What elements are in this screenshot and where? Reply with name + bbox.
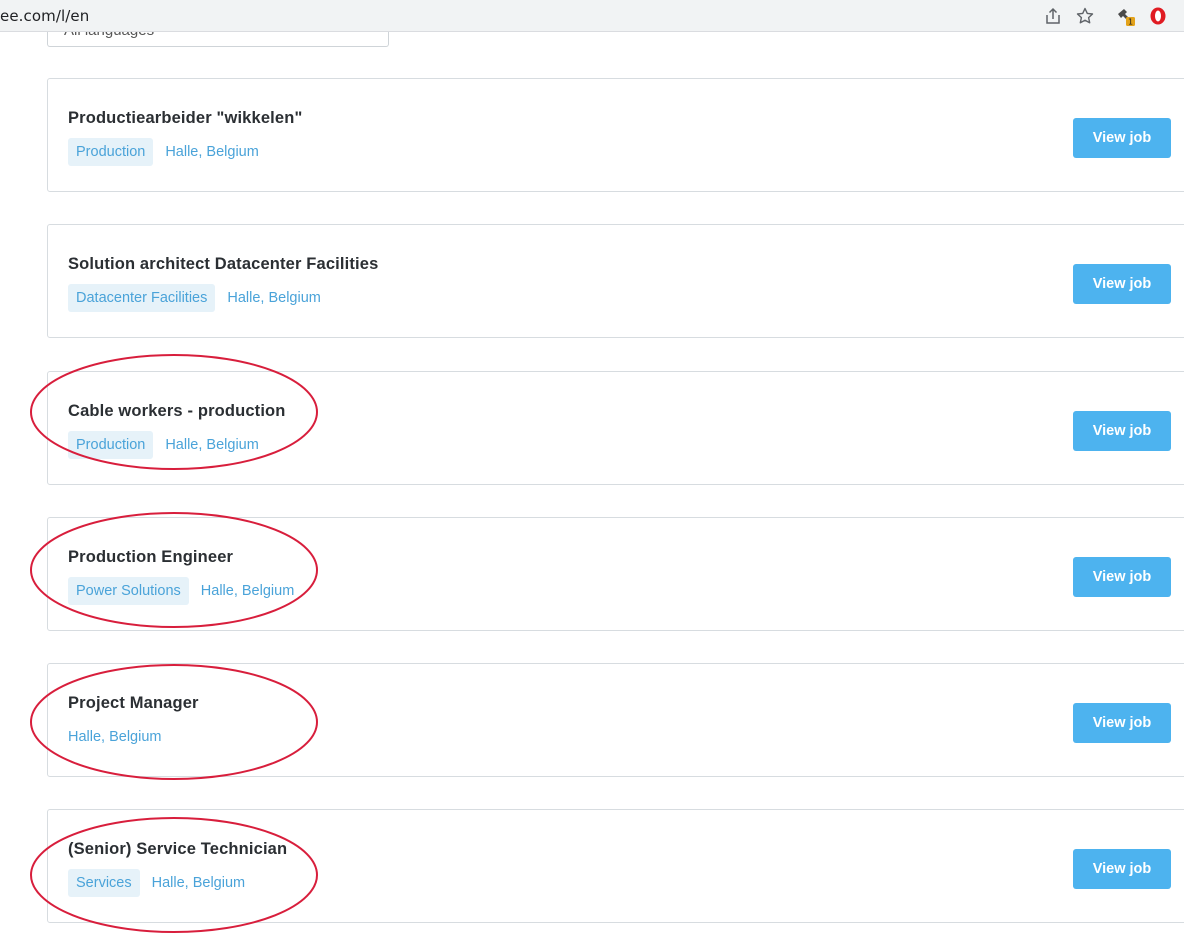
share-icon[interactable] <box>1043 6 1063 26</box>
address-bar[interactable]: ee.com/l/en <box>0 0 1100 31</box>
job-card: Solution architect Datacenter Facilities… <box>47 224 1184 338</box>
department-tag: Power Solutions <box>68 577 189 605</box>
address-url[interactable]: ee.com/l/en <box>0 7 89 25</box>
job-title[interactable]: Production Engineer <box>68 548 233 567</box>
job-meta: Datacenter Facilities Halle, Belgium <box>68 284 321 312</box>
job-meta: Production Halle, Belgium <box>68 431 259 459</box>
view-job-button[interactable]: View job <box>1073 849 1171 889</box>
job-card: Productiearbeider "wikkelen" Production … <box>47 78 1184 192</box>
job-title[interactable]: Cable workers - production <box>68 402 286 421</box>
view-job-button[interactable]: View job <box>1073 264 1171 304</box>
department-tag: Datacenter Facilities <box>68 284 216 312</box>
job-title[interactable]: Productiearbeider "wikkelen" <box>68 109 302 128</box>
job-title[interactable]: (Senior) Service Technician <box>68 840 287 859</box>
job-card: Production Engineer Power Solutions Hall… <box>47 517 1184 631</box>
bookmark-star-icon[interactable] <box>1075 6 1095 26</box>
job-location: Halle, Belgium <box>165 144 259 160</box>
job-title[interactable]: Solution architect Datacenter Facilities <box>68 255 378 274</box>
view-job-button[interactable]: View job <box>1073 118 1171 158</box>
job-meta: Production Halle, Belgium <box>68 138 259 166</box>
job-location: Halle, Belgium <box>227 290 321 306</box>
view-job-button[interactable]: View job <box>1073 557 1171 597</box>
job-meta: Halle, Belgium <box>68 723 162 751</box>
extension-icon[interactable]: 1 <box>1116 6 1136 26</box>
job-meta: Services Halle, Belgium <box>68 869 245 897</box>
job-location: Halle, Belgium <box>200 583 295 599</box>
browser-toolbar: ee.com/l/en 1 <box>0 0 1184 32</box>
job-title[interactable]: Project Manager <box>68 694 199 713</box>
job-card: (Senior) Service Technician Services Hal… <box>47 809 1184 923</box>
job-location: Halle, Belgium <box>151 875 246 891</box>
view-job-button[interactable]: View job <box>1073 411 1171 451</box>
job-location: Halle, Belgium <box>165 437 259 453</box>
extension-badge: 1 <box>1128 18 1133 27</box>
view-job-button[interactable]: View job <box>1073 703 1171 743</box>
job-card: Project Manager Halle, Belgium View job <box>47 663 1184 777</box>
department-tag: Production <box>68 431 154 459</box>
department-tag: Production <box>68 138 154 166</box>
job-location: Halle, Belgium <box>68 729 162 745</box>
opera-icon[interactable] <box>1148 6 1168 26</box>
job-meta: Power Solutions Halle, Belgium <box>68 577 294 605</box>
job-card: Cable workers - production Production Ha… <box>47 371 1184 485</box>
department-tag: Services <box>68 869 140 897</box>
